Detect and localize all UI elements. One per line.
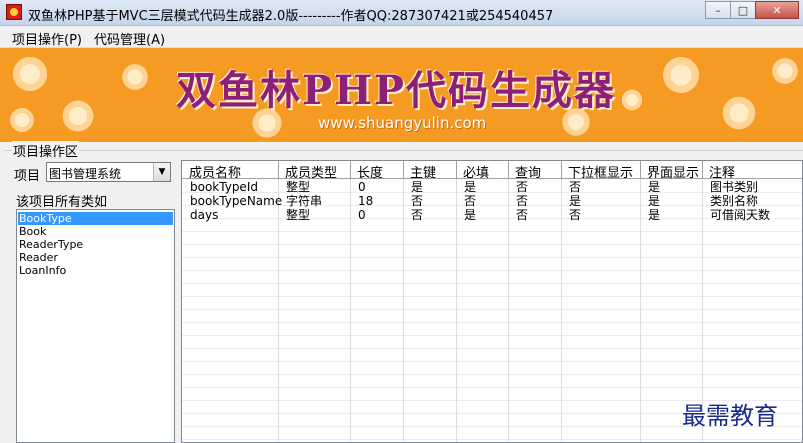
window-title: 双鱼林PHP基于MVC三层模式代码生成器2.0版---------作者QQ:28…: [28, 9, 554, 24]
banner: 双鱼林PHP代码生成器 www.shuangyulin.com: [0, 48, 803, 142]
banner-url: www.shuangyulin.com: [318, 114, 487, 132]
class-list-item[interactable]: Reader: [18, 251, 173, 264]
column-header-required[interactable]: 必填: [456, 162, 489, 181]
grid-line: [182, 231, 802, 232]
flower-decoration: [720, 94, 758, 132]
grid-line: [182, 257, 802, 258]
banner-title: 双鱼林PHP代码生成器: [176, 67, 616, 114]
column-header-dropdown-display[interactable]: 下拉框显示: [561, 162, 633, 181]
table-cell[interactable]: bookTypeId: [182, 181, 258, 194]
table-cell[interactable]: 否: [561, 209, 581, 222]
grid-line: [182, 335, 802, 336]
header-separator: [508, 161, 509, 179]
flower-decoration: [120, 62, 150, 92]
title-bar: 双鱼林PHP基于MVC三层模式代码生成器2.0版---------作者QQ:28…: [0, 0, 803, 26]
header-separator: [350, 161, 351, 179]
class-list-item[interactable]: LoanInfo: [18, 264, 173, 277]
header-separator: [640, 161, 641, 179]
grid-header: 成员名称 成员类型 长度 主键 必填 查询 下拉框显示 界面显示 注释: [182, 161, 802, 181]
minimize-button[interactable]: –: [705, 1, 731, 19]
grid-line: [182, 439, 802, 440]
grid-line: [182, 244, 802, 245]
menu-bar: 项目操作(P) 代码管理(A): [0, 26, 803, 48]
groupbox-border: [4, 150, 803, 151]
column-header-primary-key[interactable]: 主键: [403, 162, 436, 181]
column-header-comment[interactable]: 注释: [702, 162, 735, 181]
column-header-member-type[interactable]: 成员类型: [278, 162, 337, 181]
grid-line: [182, 361, 802, 362]
class-list-item[interactable]: BookType: [18, 212, 173, 225]
menu-code-management[interactable]: 代码管理(A): [94, 29, 165, 48]
table-cell[interactable]: 整型: [278, 181, 310, 194]
table-cell[interactable]: 是: [456, 181, 476, 194]
chevron-down-icon[interactable]: ▼: [153, 163, 170, 181]
watermark-logo: 最需教育: [682, 402, 778, 430]
app-icon: [6, 4, 22, 20]
table-cell[interactable]: 可借阅天数: [702, 209, 770, 222]
header-separator: [456, 161, 457, 179]
grid-line: [182, 283, 802, 284]
table-cell[interactable]: 是: [640, 181, 660, 194]
table-cell[interactable]: 否: [561, 181, 581, 194]
table-cell[interactable]: 是: [456, 209, 476, 222]
project-label: 项目: [14, 169, 41, 184]
table-cell[interactable]: 否: [508, 181, 528, 194]
flower-decoration: [770, 56, 800, 86]
flower-decoration: [660, 54, 702, 96]
table-cell[interactable]: 整型: [278, 209, 310, 222]
grid-line: [182, 348, 802, 349]
column-header-member-name[interactable]: 成员名称: [182, 162, 241, 181]
project-select[interactable]: 图书管理系统 ▼: [46, 162, 171, 182]
table-cell[interactable]: 0: [350, 209, 366, 222]
grid-line: [182, 296, 802, 297]
header-separator: [561, 161, 562, 179]
header-separator: [403, 161, 404, 179]
header-separator: [702, 161, 703, 179]
window-controls: – □ ✕: [705, 1, 799, 19]
flower-decoration: [8, 106, 36, 134]
table-cell[interactable]: 否: [508, 195, 528, 208]
column-header-length[interactable]: 长度: [350, 162, 383, 181]
grid-line: [182, 270, 802, 271]
flower-decoration: [60, 98, 96, 134]
table-cell[interactable]: 否: [403, 195, 423, 208]
table-cell[interactable]: 否: [403, 209, 423, 222]
column-header-ui-display[interactable]: 界面显示: [640, 162, 699, 181]
table-cell[interactable]: 是: [403, 181, 423, 194]
flower-decoration: [10, 54, 50, 94]
project-select-value: 图书管理系统: [49, 167, 122, 181]
groupbox-label: 项目操作区: [12, 141, 80, 160]
column-header-query[interactable]: 查询: [508, 162, 541, 181]
flower-decoration: [620, 88, 644, 112]
grid-line: [182, 387, 802, 388]
table-cell[interactable]: bookTypeName: [182, 195, 282, 208]
class-list[interactable]: BookType Book ReaderType Reader LoanInfo: [16, 209, 175, 443]
menu-project-operations[interactable]: 项目操作(P): [12, 29, 82, 48]
table-cell[interactable]: 类别名称: [702, 195, 758, 208]
maximize-button[interactable]: □: [730, 1, 756, 19]
close-button[interactable]: ✕: [755, 1, 799, 19]
table-cell[interactable]: days: [182, 209, 218, 222]
table-cell[interactable]: 否: [508, 209, 528, 222]
header-separator: [278, 161, 279, 179]
table-cell[interactable]: 图书类别: [702, 181, 758, 194]
table-cell[interactable]: 是: [640, 209, 660, 222]
class-list-item[interactable]: ReaderType: [18, 238, 173, 251]
table-cell[interactable]: 字符串: [278, 195, 322, 208]
table-cell[interactable]: 是: [640, 195, 660, 208]
class-list-item[interactable]: Book: [18, 225, 173, 238]
table-cell[interactable]: 0: [350, 181, 366, 194]
grid-line: [182, 374, 802, 375]
grid-line: [182, 322, 802, 323]
grid-line: [182, 309, 802, 310]
table-cell[interactable]: 18: [350, 195, 373, 208]
table-cell[interactable]: 否: [456, 195, 476, 208]
classes-label: 该项目所有类如: [16, 195, 108, 210]
table-cell[interactable]: 是: [561, 195, 581, 208]
